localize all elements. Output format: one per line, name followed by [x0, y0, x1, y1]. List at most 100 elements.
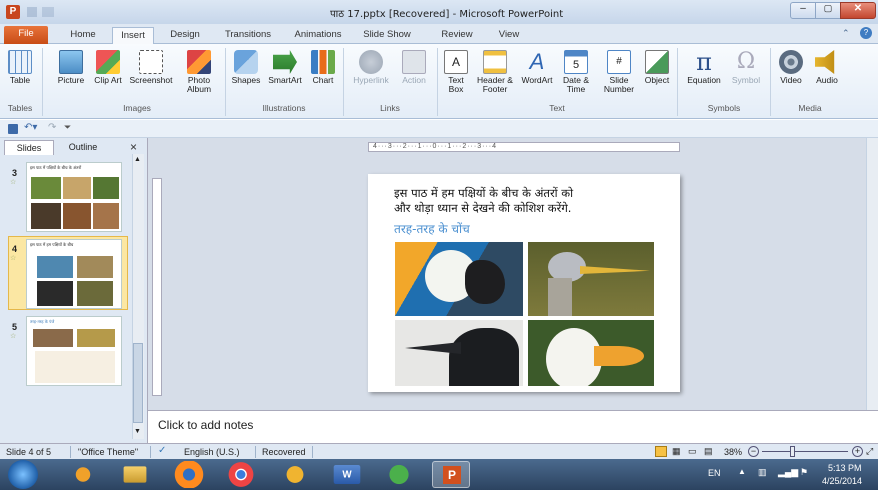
chrome-taskbar-icon[interactable] — [222, 461, 260, 488]
clock-time[interactable]: 5:13 PM — [828, 463, 862, 473]
quick-access-undo-icon[interactable] — [42, 7, 54, 17]
network-tray-icon[interactable]: ▥ — [758, 467, 767, 478]
slide-thumbnail-5[interactable]: तरह-तरह के पंजे — [26, 316, 122, 386]
equation-button[interactable]: π Equation — [682, 50, 726, 85]
slide-thumbnail-3[interactable]: इस पाठ में पक्षियों के बीच के अंतरों — [26, 162, 122, 232]
minimize-button[interactable]: – — [790, 2, 816, 19]
slide-sorter-view-icon[interactable]: ▦ — [672, 446, 681, 457]
quick-access-save-icon[interactable] — [27, 7, 37, 17]
notes-placeholder[interactable]: Click to add notes — [158, 418, 253, 432]
header-footer-button[interactable]: Header & Footer — [473, 50, 517, 94]
main-vertical-scrollbar[interactable] — [866, 138, 878, 410]
slide-thumbnail-4[interactable]: इस पाठ में हम पक्षियों के बीच — [26, 239, 122, 309]
slide-number-5: 5 — [12, 322, 18, 332]
spell-check-icon[interactable]: ✓ — [158, 445, 166, 456]
slide-body-line-2[interactable]: और थोड़ा ध्यान से देखने की कोशिश करेंगे. — [394, 201, 571, 216]
tray-arrow-icon[interactable]: ▲ — [738, 467, 746, 476]
fit-to-window-icon[interactable]: ⤢ — [866, 446, 873, 457]
start-button[interactable] — [8, 460, 38, 489]
tab-insert[interactable]: Insert — [112, 27, 154, 44]
tab-animations[interactable]: Animations — [287, 27, 349, 44]
duck-beak-shape — [594, 346, 644, 366]
slide-body-line-1[interactable]: इस पाठ में हम पक्षियों के बीच के अंतरों … — [394, 186, 573, 201]
wordart-button[interactable]: A WordArt — [518, 50, 556, 85]
firefox-taskbar-icon[interactable] — [170, 461, 208, 488]
ribbon-separator — [225, 48, 226, 116]
file-explorer-taskbar-icon[interactable] — [123, 466, 147, 483]
signal-tray-icon[interactable]: ▂▄▆ — [778, 467, 798, 478]
chart-button[interactable]: Chart — [308, 50, 338, 85]
slide-show-view-icon[interactable]: ▤ — [704, 446, 713, 457]
heron-image[interactable] — [528, 242, 654, 316]
zoom-out-icon[interactable]: − — [748, 446, 759, 457]
flag-tray-icon[interactable]: ⚑ — [800, 467, 808, 478]
powerpoint-app-icon[interactable]: P — [6, 5, 20, 19]
restore-button[interactable]: ▢ — [815, 2, 841, 19]
tab-home[interactable]: Home — [63, 27, 103, 44]
tab-view[interactable]: View — [489, 27, 529, 44]
save-icon[interactable] — [8, 124, 18, 134]
slide-number-3: 3 — [12, 168, 18, 178]
tab-transitions[interactable]: Transitions — [217, 27, 279, 44]
language-indicator[interactable]: EN — [708, 468, 721, 478]
language-status[interactable]: English (U.S.) — [184, 447, 240, 457]
thumbnail-scroll-thumb[interactable] — [133, 343, 143, 423]
slide-subtitle[interactable]: तरह-तरह के चोंच — [394, 220, 470, 237]
table-button[interactable]: Table — [3, 50, 37, 85]
redo-icon[interactable]: ↷ — [48, 122, 56, 133]
smartart-button[interactable]: SmartArt — [264, 50, 306, 85]
zoom-slider-track[interactable] — [762, 451, 848, 452]
action-button[interactable]: Action — [396, 50, 432, 85]
scroll-up-icon[interactable]: ▲ — [134, 156, 141, 163]
media-player-taskbar-icon[interactable] — [64, 461, 102, 488]
video-button[interactable]: Video — [774, 50, 808, 85]
minimize-ribbon-icon[interactable]: ⌃ — [842, 28, 850, 39]
undo-icon[interactable]: ↶▾ — [24, 122, 37, 133]
date-time-button[interactable]: 5 Date & Time — [558, 50, 594, 94]
slide-number-button[interactable]: # Slide Number — [597, 50, 641, 94]
tab-slide-show[interactable]: Slide Show — [355, 27, 419, 44]
tab-file[interactable]: File — [4, 26, 48, 44]
tab-outline[interactable]: Outline — [58, 140, 108, 155]
notes-pane[interactable]: Click to add notes — [148, 410, 878, 443]
zoom-level[interactable]: 38% — [724, 447, 742, 457]
object-button[interactable]: Object — [641, 50, 673, 85]
scroll-down-icon[interactable]: ▼ — [134, 428, 141, 435]
duck-image[interactable] — [528, 320, 654, 386]
status-bar: Slide 4 of 5 "Office Theme" ✓ English (U… — [0, 443, 878, 459]
symbol-button[interactable]: Ω Symbol — [727, 50, 765, 85]
photo-album-button[interactable]: Photo Album — [178, 50, 220, 94]
zoom-in-icon[interactable]: + — [852, 446, 863, 457]
powerpoint-taskbar-icon[interactable]: P — [432, 461, 470, 488]
slideshow-taskbar-icon[interactable] — [276, 461, 314, 488]
normal-view-icon[interactable] — [655, 446, 667, 457]
picture-button[interactable]: Picture — [52, 50, 90, 85]
clock-date[interactable]: 4/25/2014 — [822, 476, 862, 486]
screenshot-button[interactable]: Screenshot — [126, 50, 176, 85]
word-taskbar-icon[interactable]: W — [333, 465, 361, 484]
close-button[interactable]: ✕ — [840, 2, 876, 19]
group-links-label: Links — [380, 103, 400, 113]
animation-star-icon: ☆ — [10, 255, 17, 262]
reading-view-icon[interactable]: ▭ — [688, 446, 697, 457]
tab-design[interactable]: Design — [163, 27, 207, 44]
theme-status[interactable]: "Office Theme" — [78, 447, 138, 457]
tab-review[interactable]: Review — [434, 27, 480, 44]
customize-qat-icon[interactable]: ⏷ — [64, 122, 71, 133]
slide-count-status[interactable]: Slide 4 of 5 — [6, 447, 51, 457]
help-icon[interactable]: ? — [860, 27, 872, 39]
parrot-image[interactable] — [395, 242, 523, 316]
close-pane-icon[interactable]: × — [130, 140, 137, 154]
audio-button[interactable]: Audio — [810, 50, 844, 85]
picture-icon — [59, 50, 83, 74]
crow-beak-shape — [405, 342, 461, 354]
shapes-button[interactable]: Shapes — [229, 50, 263, 85]
hyperlink-button[interactable]: Hyperlink — [347, 50, 395, 85]
crow-image[interactable] — [395, 320, 523, 386]
green-app-taskbar-icon[interactable] — [380, 461, 418, 488]
tab-slides[interactable]: Slides — [4, 140, 54, 155]
zoom-slider-thumb[interactable] — [790, 446, 795, 457]
clip-art-button[interactable]: Clip Art — [93, 50, 123, 85]
slide-canvas[interactable]: इस पाठ में हम पक्षियों के बीच के अंतरों … — [368, 174, 680, 392]
text-box-button[interactable]: A Text Box — [441, 50, 471, 94]
